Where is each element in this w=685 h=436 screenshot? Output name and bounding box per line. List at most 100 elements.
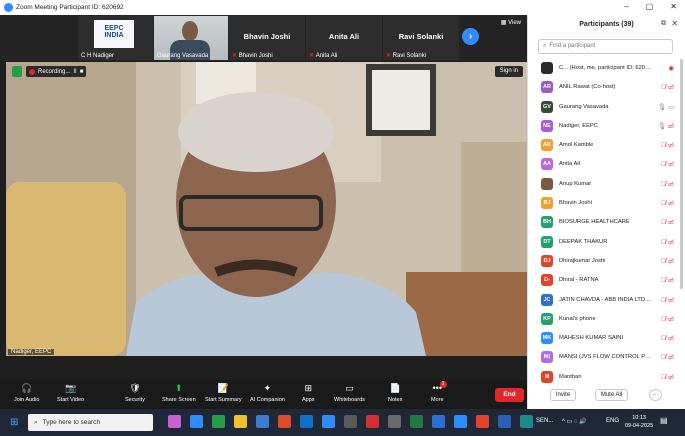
windows-start-icon[interactable]: ⊞ [10,417,18,428]
end-meeting-button[interactable]: End [495,388,524,402]
stop-recording-button[interactable]: ■ [80,69,84,75]
muted-mic-video-off-icon: 🎙̸ ▭̸ [661,257,674,265]
participant-list-scrollbar[interactable] [680,59,683,289]
invite-button[interactable]: Invite [550,389,576,401]
muted-mic-video-off-icon: 🎙̸ ▭̸ [661,335,674,343]
taskbar-app-icon[interactable] [366,415,379,428]
taskbar-app-icon[interactable] [256,415,269,428]
participant-search-input[interactable]: ⌕ Find a participant [538,39,673,54]
participant-row[interactable]: KP Kunal's phone 🎙̸ ▭̸ [528,310,678,329]
whiteboards-button[interactable]: ▭ Whiteboards [334,383,365,403]
taskbar-clock[interactable]: 10:13 09-04-2025 [625,414,653,430]
taskbar-search-input[interactable]: ⌕ Type here to search [28,414,153,431]
join-audio-button[interactable]: 🎧 Join Audio [14,383,39,403]
recording-indicator[interactable]: Recording... II ■ [26,66,87,77]
taskbar-app-icon[interactable] [344,415,357,428]
muted-mic-video-off-icon: 🎙̸ ▭̸ [661,161,674,169]
avatar: NE [541,119,553,132]
zoom-logo-icon [4,3,13,12]
security-button[interactable]: 🛡 Security [125,383,145,403]
taskbar-app-icon[interactable] [190,415,203,428]
pop-out-icon[interactable]: ⧉ [661,20,666,28]
taskbar-app-icon[interactable] [300,415,313,428]
apps-icon: ⊞ [304,383,313,393]
participant-name: JATIN CHAVDA - ABB INDIA LTD.... [559,296,652,303]
thumbnail-name: Anita Ali [309,52,338,59]
participant-row[interactable]: AR ANIL Rawat (Co-host) 🎙̸ ▭̸ [528,78,678,97]
taskbar-zoom-icon[interactable] [454,415,467,428]
participant-name: Amol Kamble [559,142,594,149]
notes-button[interactable]: 📄 Notes [388,383,402,403]
participant-row[interactable]: DJ Dhirajkumar Joshi 🎙̸ ▭̸ [528,252,678,271]
participant-row[interactable]: BJ Bhavin Joshi 🎙̸ ▭̸ [528,194,678,213]
sign-in-button[interactable]: Sign in [494,66,523,77]
tray-icons[interactable]: ^ ▭ ◌ 🔊 [562,418,587,425]
panel-more-button[interactable]: ··· [649,389,662,401]
participant-name: MAHESH KUMAR SAINI [559,335,624,342]
mute-all-button[interactable]: Mute All [595,389,628,401]
taskbar-app-icon[interactable] [168,415,181,428]
next-page-arrow-icon[interactable]: › [462,28,479,45]
taskbar-app-icon[interactable] [520,415,533,428]
participant-row[interactable]: MK MAHESH KUMAR SAINI 🎙̸ ▭̸ [528,329,678,348]
taskbar-app-icon[interactable] [410,415,423,428]
participant-row[interactable]: NE Nadiger, EEPC 🎙 ▭̸ [528,117,678,136]
thumbnail-anita-ali[interactable]: Anita Ali Anita Ali [306,16,382,60]
speaker-name-label: Nadiger, EEPC [8,349,55,355]
avatar: M( [541,351,553,364]
participant-row[interactable]: Anup Kumar 🎙̸ ▭̸ [528,175,678,194]
participants-panel: Participants (39) ⧉ ✕ ⌕ Find a participan… [527,15,685,409]
taskbar-app-icon[interactable] [432,415,445,428]
language-indicator[interactable]: ENG [606,418,619,424]
participant-row[interactable]: AK Amol Kamble 🎙̸ ▭̸ [528,136,678,155]
eepc-logo: EEPC INDIA [94,20,134,48]
muted-mic-video-off-icon: 🎙̸ ▭̸ [661,373,674,381]
avatar: BJ [541,197,553,210]
taskbar-app-icon[interactable] [212,415,225,428]
tray-app-label[interactable]: SEN... [536,418,553,424]
maximize-button[interactable]: ▢ [646,2,654,11]
pause-recording-button[interactable]: II [73,69,76,75]
participant-name: BIOSURGE HEALTHCARE [559,219,630,226]
apps-button[interactable]: ⊞ Apps [302,383,315,403]
close-window-button[interactable]: ✕ [670,2,677,11]
video-off-icon: 📷 [64,383,77,393]
taskbar-app-icon[interactable] [278,415,291,428]
view-button[interactable]: ▦ View [501,19,521,26]
start-video-button[interactable]: 📷 Start Video [57,383,84,403]
more-button[interactable]: ••• More 1 [431,381,447,403]
participant-row[interactable]: BH BIOSURGE HEALTHCARE 🎙̸ ▭̸ [528,213,678,232]
thumbnail-gaurang-vasavada[interactable]: Gaurang Vasavada [154,16,228,60]
thumbnail-name: C H Nadiger [81,53,115,59]
participant-row[interactable]: M(MANSI (JVS FLOW CONTROL PVT L... 🎙̸ ▭̸ [528,348,678,367]
participant-row[interactable]: C... (Host, me, participant ID: 620692) ◉ [528,59,678,78]
participant-row[interactable]: DT DEEPAK THAKUR 🎙̸ ▭̸ [528,233,678,252]
avatar: DJ [541,254,553,267]
participant-row[interactable]: GV Gaurang Vasavada 🎙 ▭ [528,98,678,117]
participant-name: MANSI (JVS FLOW CONTROL PVT L... [559,354,653,361]
close-panel-icon[interactable]: ✕ [671,19,678,28]
taskbar-app-icon[interactable] [234,415,247,428]
thumbnail-center-name: Anita Ali [328,32,360,41]
minimize-button[interactable]: – [624,2,628,11]
taskbar-app-icon[interactable] [388,415,401,428]
avatar: AK [541,139,553,152]
thumbnail-c-h-nadiger[interactable]: EEPC INDIA C H Nadiger [78,16,153,60]
summary-icon: 📝 [217,383,229,393]
participant-row[interactable]: D- Dhiral - RATNA 🎙̸ ▭̸ [528,271,678,290]
participant-row[interactable]: JC JATIN CHAVDA - ABB INDIA LTD.... 🎙̸ ▭̸ [528,291,678,310]
muted-mic-video-off-icon: 🎙̸ ▭̸ [661,296,674,304]
ai-companion-button[interactable]: ✦ AI Companion [250,383,285,403]
notifications-icon[interactable]: ▤ [660,416,668,425]
thumbnail-name: Ravi Solanki [386,52,426,59]
taskbar-app-icon[interactable] [498,415,511,428]
participant-row[interactable]: AA Anita Ali 🎙̸ ▭̸ [528,155,678,174]
taskbar-app-icon[interactable] [476,415,489,428]
avatar: M [541,370,553,383]
thumbnail-ravi-solanki[interactable]: Ravi Solanki Ravi Solanki [383,16,459,60]
share-screen-button[interactable]: ⬆ Share Screen [162,383,196,403]
window-title: Zoom Meeting Participant ID: 620692 [16,4,124,11]
start-summary-button[interactable]: 📝 Start Summary [205,383,242,403]
taskbar-app-icon[interactable] [322,415,335,428]
thumbnail-bhavin-joshi[interactable]: Bhavin Joshi Bhavin Joshi [229,16,305,60]
